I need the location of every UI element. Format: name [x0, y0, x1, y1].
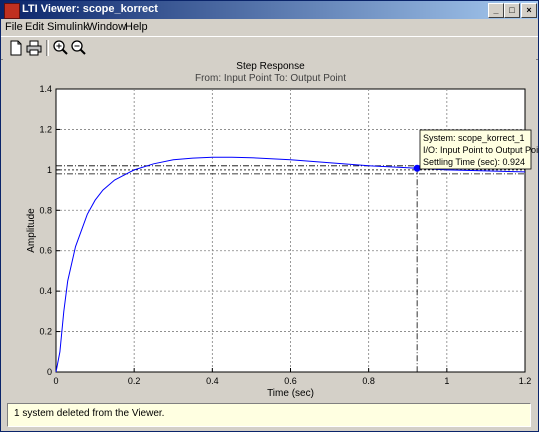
y-tick-label: 1 — [47, 165, 52, 175]
datatip[interactable]: System: scope_korrect_1 I/O: Input Point… — [419, 129, 539, 170]
y-tick-label: 1.4 — [39, 84, 52, 94]
status-bar: 1 system deleted from the Viewer. — [7, 403, 531, 427]
status-message: 1 system deleted from the Viewer. — [14, 408, 165, 419]
y-tick-label: 1.2 — [39, 124, 52, 134]
y-tick-label: 0 — [47, 367, 52, 377]
settling-point — [413, 164, 421, 172]
x-tick-label: 1.2 — [519, 376, 532, 386]
x-tick-label: 0 — [53, 376, 58, 386]
datatip-settling-time: Settling Time (sec): 0.924 — [423, 157, 525, 167]
lti-viewer-window: LTI Viewer: scope_korrect _ □ × File Edi… — [0, 0, 539, 432]
y-tick-label: 0.6 — [39, 246, 52, 256]
settling-marker — [413, 164, 421, 172]
y-axis-label: Amplitude — [26, 208, 37, 253]
datatip-system: System: scope_korrect_1 — [423, 133, 525, 143]
x-tick-label: 0.8 — [362, 376, 375, 386]
y-tick-label: 0.8 — [39, 205, 52, 215]
y-tick-label: 0.2 — [39, 327, 52, 337]
x-axis-label: Time (sec) — [267, 388, 314, 399]
x-tick-label: 0.2 — [128, 376, 141, 386]
x-tick-label: 0.4 — [206, 376, 219, 386]
step-response-chart[interactable]: 0 0.2 0.4 0.6 0.8 1 1.2 0 0.2 0.4 0.6 0.8 1 1.2 1.4 Am… — [1, 1, 539, 401]
y-tick-label: 0.4 — [39, 286, 52, 296]
x-tick-label: 1 — [444, 376, 449, 386]
datatip-io: I/O: Input Point to Output Point — [423, 145, 539, 155]
x-tick-label: 0.6 — [284, 376, 297, 386]
